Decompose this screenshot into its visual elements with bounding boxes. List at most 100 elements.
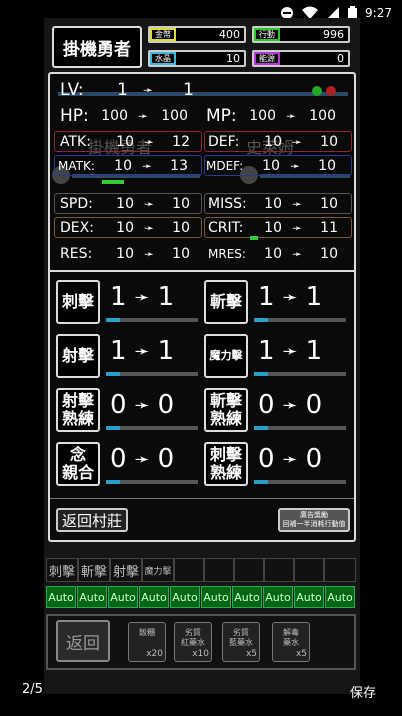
back-button[interactable]: 返回 xyxy=(56,620,110,662)
skill-button[interactable]: 念 親合 xyxy=(56,442,100,486)
auto-toggle[interactable]: Auto xyxy=(170,586,200,608)
skill-to: 1 xyxy=(157,282,175,312)
item-qty: x5 xyxy=(295,649,307,659)
skill-button[interactable]: 刺擊 xyxy=(56,280,100,324)
stat-from: 10 xyxy=(116,220,134,236)
game-title: 掛機勇者 xyxy=(52,26,142,68)
arrow-icon: ➛ xyxy=(291,247,303,261)
auto-toggle[interactable]: Auto xyxy=(325,586,355,608)
auto-toggle[interactable]: Auto xyxy=(139,586,169,608)
arrow-icon: ➛ xyxy=(141,159,153,173)
item-slot[interactable]: 劣質 紅藥水 x10 xyxy=(174,622,212,662)
tab-empty[interactable] xyxy=(324,558,356,582)
tab-skill[interactable]: 刺擊 xyxy=(46,558,78,582)
save-button[interactable]: 保存 xyxy=(350,682,376,701)
stat-label: DEX: xyxy=(60,220,94,236)
return-village-button[interactable]: 返回村莊 xyxy=(56,508,128,532)
stat-spd: SPD: 10 ➛ 10 xyxy=(60,194,190,214)
ad-reward-button[interactable]: 廣告獎勵 回補一半消耗行動值 xyxy=(278,508,350,532)
arrow-icon: ➛ xyxy=(142,83,154,97)
stat-to: 1 xyxy=(183,80,194,100)
stat-to: 10 xyxy=(320,246,338,262)
stat-from: 10 xyxy=(116,246,134,262)
tab-skill[interactable]: 射擊 xyxy=(110,558,142,582)
skill-level: 0 ➛ 0 xyxy=(110,444,174,474)
arrow-icon: ➛ xyxy=(282,448,298,470)
tab-empty[interactable] xyxy=(264,558,294,582)
stat-label: MRES: xyxy=(208,247,246,261)
gold-counter: 金幣 400 xyxy=(148,26,246,43)
auto-toggle[interactable]: Auto xyxy=(77,586,107,608)
skill-name: 斬擊 xyxy=(209,292,242,311)
auto-toggle[interactable]: Auto xyxy=(201,586,231,608)
arrow-icon: ➛ xyxy=(143,197,155,211)
item-slot[interactable]: 飯糰 x20 xyxy=(128,622,166,662)
stat-to: 10 xyxy=(172,246,190,262)
skill-button[interactable]: 刺擊 熟練 xyxy=(204,442,248,486)
arrow-icon: ➛ xyxy=(143,247,155,261)
stat-from: 10 xyxy=(116,196,134,212)
item-slot[interactable]: 解毒 藥水 x5 xyxy=(272,622,310,662)
skill-progress-fill xyxy=(254,372,268,376)
auto-toggle[interactable]: Auto xyxy=(294,586,324,608)
tab-empty[interactable] xyxy=(204,558,234,582)
skill-from: 0 xyxy=(258,390,275,420)
item-slot[interactable]: 劣質 藍藥水 x5 xyxy=(222,622,260,662)
skill-button[interactable]: 斬擊 熟練 xyxy=(204,388,248,432)
stat-to: 100 xyxy=(161,108,188,124)
game-window: 掛機勇者 金幣 400 行動 996 水晶 10 能源 0 掛機勇者 史萊姆 L… xyxy=(44,18,360,694)
stat-from: 10 xyxy=(114,158,132,174)
skill-progress-fill xyxy=(106,372,120,376)
tab-empty[interactable] xyxy=(174,558,204,582)
stat-res: RES: 10 ➛ 10 xyxy=(60,244,190,264)
stat-from: 10 xyxy=(264,246,282,262)
skill-level: 1 ➛ 1 xyxy=(258,282,322,312)
stat-from: 100 xyxy=(101,108,128,124)
item-name: 劣質 紅藥水 xyxy=(181,628,205,647)
tab-skill[interactable]: 魔力擊 xyxy=(142,558,174,582)
stat-label: ATK: xyxy=(60,134,91,150)
auto-toggle[interactable]: Auto xyxy=(263,586,293,608)
arrow-icon: ➛ xyxy=(134,394,150,416)
stat-to: 10 xyxy=(318,158,336,174)
skill-progress-fill xyxy=(254,480,268,484)
item-name: 解毒 藥水 xyxy=(283,628,299,647)
divider xyxy=(50,498,354,499)
skill-button[interactable]: 斬擊 xyxy=(204,280,248,324)
gold-value: 400 xyxy=(219,28,240,41)
arrow-icon: ➛ xyxy=(282,394,298,416)
tab-empty[interactable] xyxy=(234,558,264,582)
stat-from: 10 xyxy=(116,134,134,150)
skill-name: 念 親合 xyxy=(61,445,94,482)
stat-label: CRIT: xyxy=(208,220,244,236)
arrow-icon: ➛ xyxy=(143,135,155,149)
stat-from: 10 xyxy=(262,158,280,174)
stat-to: 10 xyxy=(172,196,190,212)
stat-label: MDEF: xyxy=(206,159,244,173)
stat-label: RES: xyxy=(60,246,93,262)
skill-level: 0 ➛ 0 xyxy=(258,444,322,474)
skill-button[interactable]: 射擊 熟練 xyxy=(56,388,100,432)
stat-crit: CRIT: 10 ➛ 11 xyxy=(208,218,338,238)
arrow-icon: ➛ xyxy=(143,221,155,235)
skill-from: 1 xyxy=(258,282,275,312)
stat-to: 11 xyxy=(320,220,338,236)
tab-empty[interactable] xyxy=(294,558,324,582)
tab-skill[interactable]: 斬擊 xyxy=(78,558,110,582)
skill-button[interactable]: 魔力擊 xyxy=(204,334,248,378)
skill-button[interactable]: 射擊 xyxy=(56,334,100,378)
auto-toggle[interactable]: Auto xyxy=(232,586,262,608)
skill-to: 0 xyxy=(305,390,323,420)
gold-label: 金幣 xyxy=(150,28,176,41)
skill-name: 斬擊 熟練 xyxy=(209,391,242,428)
stat-to: 100 xyxy=(309,108,336,124)
auto-toggle[interactable]: Auto xyxy=(46,586,76,608)
stat-from: 100 xyxy=(249,108,276,124)
auto-toggle[interactable]: Auto xyxy=(108,586,138,608)
clock: 9:27 xyxy=(365,6,392,20)
stat-from: 1 xyxy=(117,80,128,100)
crit-bar xyxy=(250,236,258,240)
skill-to: 1 xyxy=(305,336,323,366)
stat-mdef: MDEF: 10 ➛ 10 xyxy=(206,156,336,176)
skill-name: 射擊 熟練 xyxy=(61,391,94,428)
